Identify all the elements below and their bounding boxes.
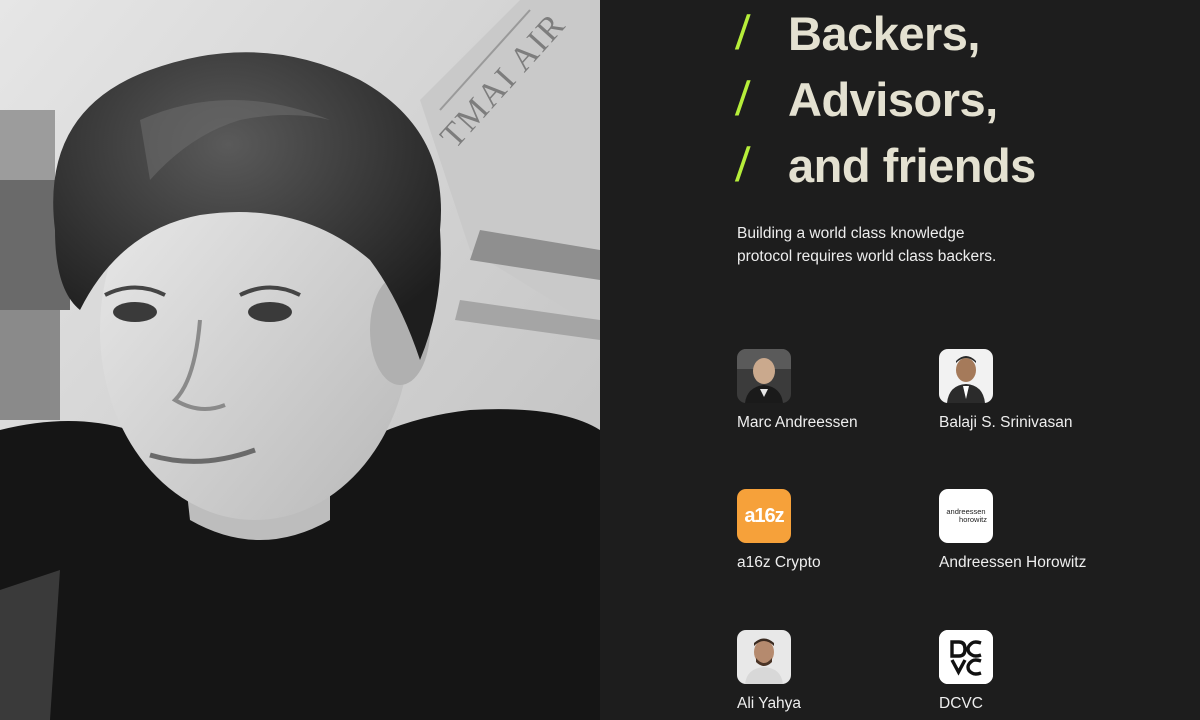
section-heading: / Backers, / Advisors, / and friends <box>734 0 1036 198</box>
dcvc-logo-icon <box>939 630 993 684</box>
slash-accent: / <box>734 138 751 192</box>
backer-card[interactable]: Balaji S. Srinivasan <box>939 349 1139 439</box>
a16z-logo-icon: a16z <box>737 489 791 543</box>
heading-line-1: / Backers, <box>734 0 1036 66</box>
heading-line-2: / Advisors, <box>734 66 1036 132</box>
portrait-photo: TMAI AIR <box>0 0 600 720</box>
backer-name: DCVC <box>939 695 983 712</box>
slash-accent: / <box>734 6 751 60</box>
backer-card[interactable]: andreessen horowitz Andreessen Horowitz <box>939 489 1139 579</box>
logo-text: horowitz <box>959 515 987 524</box>
backer-name: Ali Yahya <box>737 695 802 712</box>
heading-text: Advisors, <box>788 72 998 126</box>
andreessen-horowitz-logo-icon: andreessen horowitz <box>939 489 993 543</box>
backer-name: Marc Andreessen <box>737 414 858 431</box>
backer-name: Andreessen Horowitz <box>939 554 1087 571</box>
avatar <box>737 349 791 403</box>
slash-accent: / <box>734 72 751 126</box>
backer-name: Balaji S. Srinivasan <box>939 414 1073 431</box>
backer-name: a16z Crypto <box>737 554 821 571</box>
heading-text: and friends <box>788 138 1036 192</box>
avatar <box>939 349 993 403</box>
intro-text: Building a world class knowledge protoco… <box>737 225 997 265</box>
heading-text: Backers, <box>788 6 981 60</box>
backer-card[interactable]: DCVC <box>939 630 1139 720</box>
backers-section: / Backers, / Advisors, / and friends Bui… <box>600 0 1200 720</box>
avatar <box>737 630 791 684</box>
heading-line-3: / and friends <box>734 132 1036 198</box>
backer-card[interactable]: Ali Yahya <box>737 630 937 720</box>
backer-card[interactable]: Marc Andreessen <box>737 349 937 439</box>
backer-card[interactable]: a16z a16z Crypto <box>737 489 937 579</box>
